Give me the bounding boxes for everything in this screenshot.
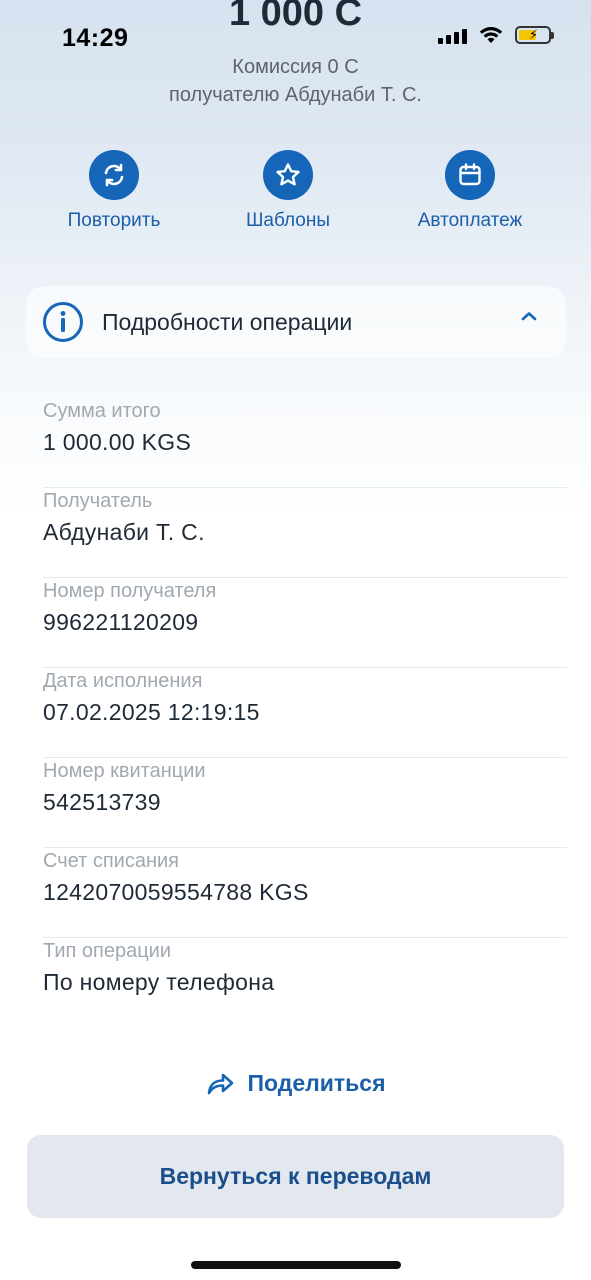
detail-value: 07.02.2025 12:19:15 (43, 699, 260, 725)
home-indicator[interactable] (191, 1261, 401, 1269)
repeat-button[interactable]: Повторить (24, 150, 204, 232)
repeat-icon (89, 150, 139, 200)
share-label: Поделиться (247, 1070, 386, 1096)
wifi-icon (479, 27, 503, 43)
commission-text: Комиссия 0 С (232, 56, 359, 78)
autopayment-label: Автоплатеж (417, 210, 523, 231)
quick-actions: Повторить Шаблоны Автоплатеж (0, 150, 591, 240)
detail-label: Номер получателя (43, 580, 217, 602)
detail-row-recipient-number: Номер получателя 996221120209 (43, 578, 567, 668)
calendar-icon (445, 150, 495, 200)
chevron-up-icon (521, 312, 537, 321)
star-icon (263, 150, 313, 200)
detail-value: 1 000.00 KGS (43, 429, 192, 455)
detail-value: По номеру телефона (43, 969, 275, 995)
detail-row-recipient: Получатель Абдунаби Т. С. (43, 488, 567, 578)
operation-details-screen: 1 000 С 14:29 ⚡ Комиссия 0 С получателю … (0, 0, 591, 1280)
repeat-label: Повторить (67, 210, 161, 231)
detail-row-receipt-number: Номер квитанции 542513739 (43, 758, 567, 848)
detail-label: Получатель (43, 490, 153, 512)
battery-icon: ⚡ (515, 26, 554, 44)
detail-value: Абдунаби Т. С. (43, 519, 205, 545)
details-toggle[interactable]: Подробности операции (26, 286, 566, 358)
status-time: 14:29 (62, 24, 129, 52)
detail-label: Дата исполнения (43, 670, 203, 692)
detail-label: Счет списания (43, 850, 179, 872)
autopayment-button[interactable]: Автоплатеж (380, 150, 560, 232)
detail-row-debit-account: Счет списания 1242070059554788 KGS (43, 848, 567, 938)
return-to-transfers-button[interactable]: Вернуться к переводам (27, 1135, 564, 1218)
detail-label: Тип операции (43, 940, 172, 962)
templates-button[interactable]: Шаблоны (198, 150, 378, 232)
cellular-signal-icon (438, 26, 467, 44)
info-icon (43, 302, 83, 342)
detail-label: Сумма итого (43, 400, 161, 422)
templates-label: Шаблоны (245, 210, 331, 231)
detail-value: 1242070059554788 KGS (43, 879, 309, 905)
detail-value: 996221120209 (43, 609, 199, 635)
share-button[interactable]: Поделиться (0, 1070, 591, 1097)
detail-row-total: Сумма итого 1 000.00 KGS (43, 398, 567, 488)
details-title: Подробности операции (102, 308, 353, 335)
detail-row-execution-date: Дата исполнения 07.02.2025 12:19:15 (43, 668, 567, 758)
status-icons: ⚡ (438, 26, 554, 44)
details-list: Сумма итого 1 000.00 KGS Получатель Абду… (43, 398, 567, 1028)
detail-value: 542513739 (43, 789, 161, 815)
recipient-line: получателю Абдунаби Т. С. (169, 84, 422, 106)
detail-row-operation-type: Тип операции По номеру телефона (43, 938, 567, 1028)
detail-label: Номер квитанции (43, 760, 206, 782)
share-icon (208, 1073, 234, 1094)
